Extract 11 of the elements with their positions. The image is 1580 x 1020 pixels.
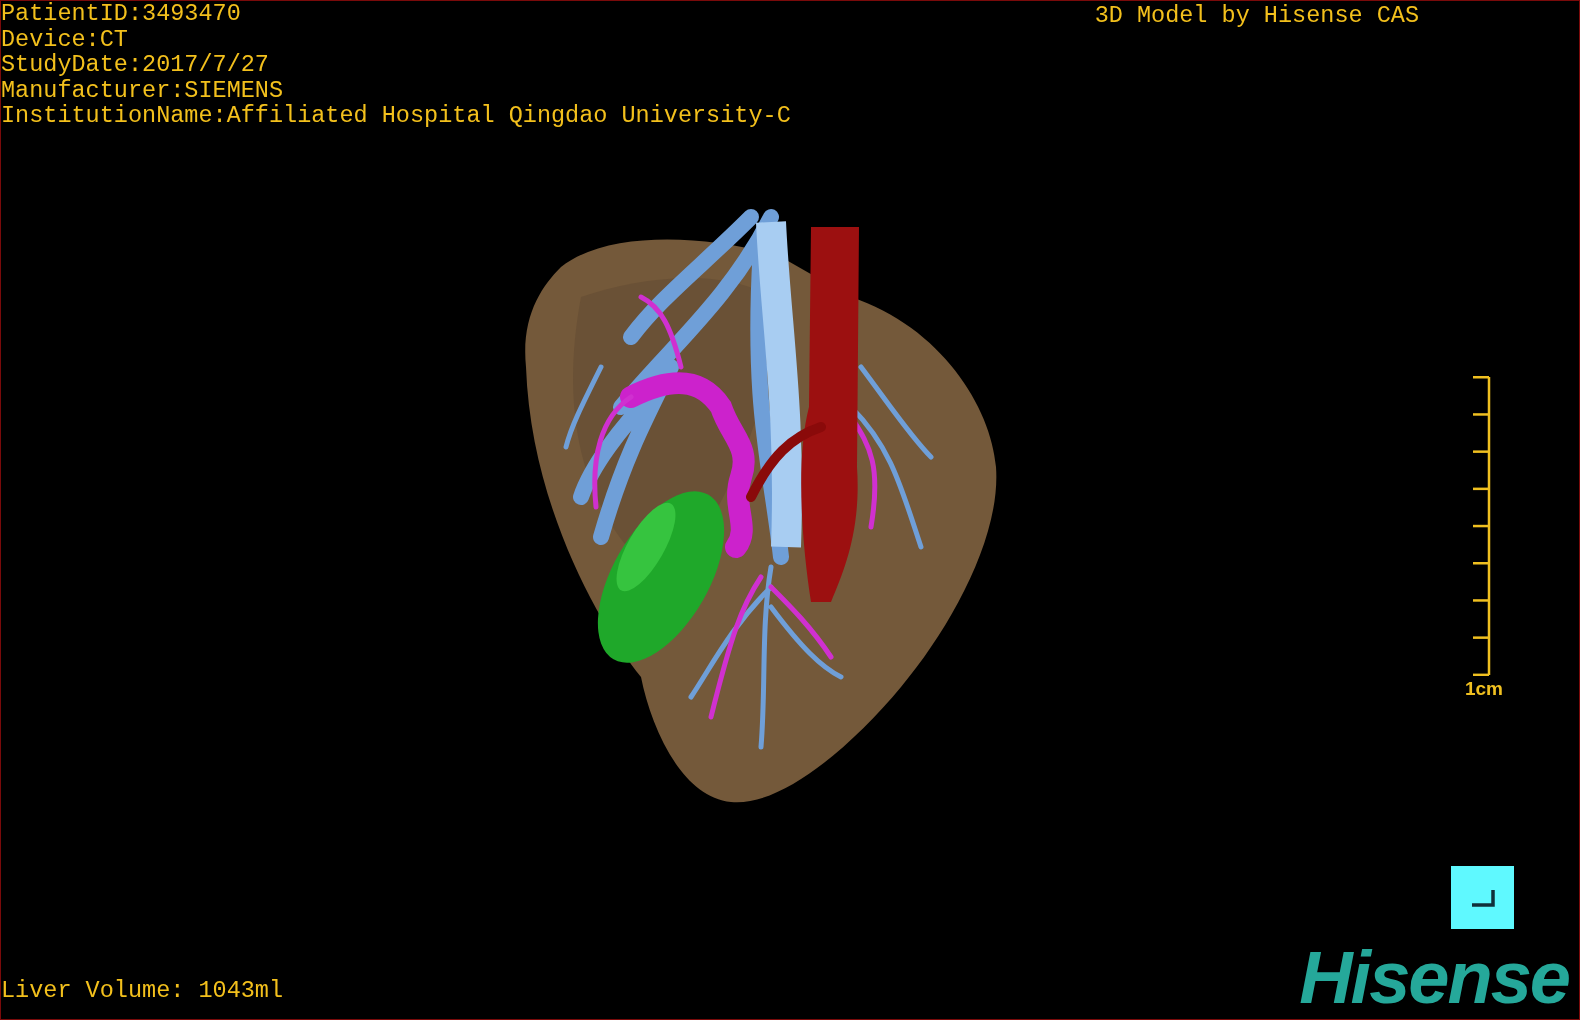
model-title: 3D Model by Hisense CAS (1094, 1, 1419, 29)
corner-button[interactable] (1451, 866, 1514, 929)
patient-info-text: Device:CT (1, 26, 129, 52)
patient-info-text: PatientID:3493470 (1, 1, 242, 27)
patient-info-text: StudyDate:2017/7/27 (1, 52, 270, 78)
corner-icon (1469, 887, 1496, 908)
patient-info-text: InstitutionName:Affiliated Hospital Qingdao University-C (1, 103, 791, 129)
scale-label: 1cm (1464, 678, 1503, 700)
patient-info-text: Manufacturer:SIEMENS (1, 77, 285, 103)
brand-logo: Hisense (1299, 943, 1570, 1013)
liver-volume-text: Liver Volume: 1043ml (1, 977, 284, 1003)
